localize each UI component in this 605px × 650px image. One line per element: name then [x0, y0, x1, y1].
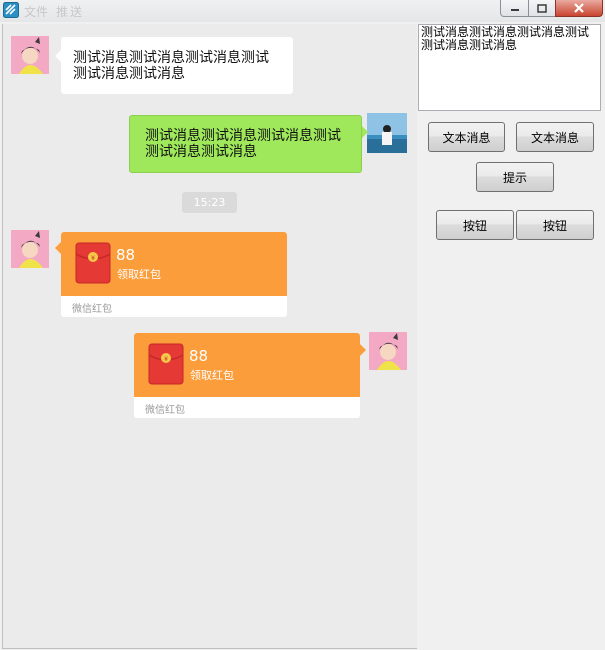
title-ghost-text: 推: [56, 5, 69, 19]
text-message-button[interactable]: 文本消息: [516, 122, 594, 152]
control-panel: 测试消息测试消息测试消息测试测试消息测试消息 文本消息 文本消息 提示 按钮 按…: [417, 22, 605, 650]
title-bar: 文 件 推 送: [0, 0, 605, 22]
bubble-tail: [362, 126, 368, 138]
red-envelope-icon: ¥: [75, 242, 111, 284]
timestamp: 15:23: [182, 192, 237, 213]
action-button[interactable]: 按钮: [516, 210, 594, 240]
hongbao-subtitle: 领取红包: [117, 268, 161, 281]
hongbao-card[interactable]: ¥ 88 领取红包 微信红包: [61, 232, 287, 317]
action-button[interactable]: 按钮: [436, 210, 514, 240]
title-ghost-text: 文: [24, 5, 37, 19]
message-bubble-received: 测试消息测试消息测试消息测试测试消息测试消息: [61, 37, 293, 94]
title-ghost-text: 送: [70, 5, 83, 19]
svg-text:¥: ¥: [91, 255, 95, 262]
hongbao-amount: 88: [116, 246, 136, 264]
red-envelope-icon: ¥: [148, 343, 184, 385]
hint-button[interactable]: 提示: [476, 162, 554, 192]
app-icon: [3, 2, 19, 18]
hongbao-card[interactable]: ¥ 88 领取红包 微信红包: [134, 333, 360, 418]
text-message-button[interactable]: 文本消息: [428, 122, 505, 152]
minimize-icon: [510, 9, 519, 11]
bubble-tail: [360, 344, 366, 356]
message-bubble-sent: 测试消息测试消息测试消息测试测试消息测试消息: [129, 115, 362, 173]
hongbao-footer: 微信红包: [145, 405, 185, 416]
avatar: [369, 332, 407, 370]
minimize-button[interactable]: [500, 0, 529, 17]
close-button[interactable]: [555, 0, 603, 17]
avatar: [367, 113, 407, 153]
avatar: [11, 36, 49, 74]
maximize-icon: [537, 3, 547, 13]
svg-text:¥: ¥: [164, 356, 168, 363]
hongbao-footer: 微信红包: [72, 304, 112, 315]
chat-area[interactable]: 测试消息测试消息测试消息测试测试消息测试消息 测试消息测试消息测试消息测试测试消…: [2, 24, 418, 649]
maximize-button[interactable]: [528, 0, 556, 17]
hongbao-amount: 88: [189, 347, 209, 365]
hongbao-subtitle: 领取红包: [190, 369, 234, 382]
avatar: [11, 230, 49, 268]
title-ghost-text: 件: [36, 5, 49, 19]
close-icon: [574, 3, 584, 13]
message-textbox[interactable]: 测试消息测试消息测试消息测试测试消息测试消息: [418, 24, 601, 111]
